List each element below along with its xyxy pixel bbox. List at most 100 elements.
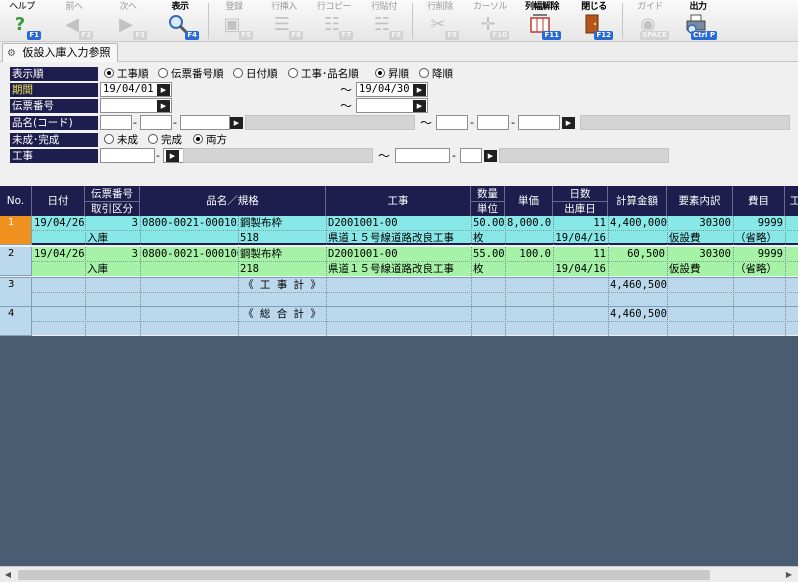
f3-key-badge: F3 (133, 31, 147, 40)
table-row[interactable]: 2 19/04/26 3 入庫 0800-0021-000106 鋼製布枠 21… (0, 247, 798, 276)
option-label: 昇順 (388, 68, 409, 80)
tab-title: 仮設入庫入力参照 (22, 46, 111, 59)
row-number[interactable]: 1 (0, 216, 32, 245)
row-paste-label: 行貼付 (371, 2, 397, 12)
col-header-project[interactable]: 工事 (326, 186, 471, 216)
item-code-to-3[interactable] (518, 115, 560, 130)
slip-to-picker-icon[interactable]: ▶ (413, 100, 426, 112)
output-label: 出力 (689, 2, 707, 12)
item-code-to-2[interactable] (477, 115, 509, 130)
row-delete-button[interactable]: 行削除 ✂ F9 (418, 0, 462, 42)
status-label: 未成･完成 (10, 133, 98, 147)
project-from-picker-icon[interactable]: ▶ (166, 150, 179, 162)
col-header-amount[interactable]: 計算金額 (608, 186, 667, 216)
register-button[interactable]: 登録 ▣ F5 (212, 0, 256, 42)
project-to-picker-icon[interactable]: ▶ (484, 150, 497, 162)
col-header-no[interactable]: No. (0, 186, 32, 216)
cursor-label: カーソル (472, 2, 508, 12)
table-row[interactable]: 4 《 総 合 計 》 4,460,500 (0, 306, 798, 336)
tab-temp-receipt-reference[interactable]: ⚙ 仮設入庫入力参照 (2, 43, 118, 62)
col-header-extra[interactable]: 工 (785, 186, 798, 216)
cell-project-code: D2001001-00 (328, 217, 398, 229)
cursor-button[interactable]: カーソル ✛ F10 (468, 0, 512, 42)
sort-option-date[interactable]: 日付順 (233, 67, 278, 81)
col-header-slip[interactable]: 伝票番号 取引区分 (85, 186, 140, 216)
col-header-price[interactable]: 単価 (505, 186, 553, 216)
radio-icon (104, 134, 114, 144)
header-text: 日数 (553, 187, 607, 202)
item-code-label: 品名(コード) (10, 116, 98, 130)
prev-button[interactable]: 前へ ◀ F2 (52, 0, 96, 42)
f6-key-badge: F6 (289, 31, 303, 40)
row-paste-button[interactable]: 行貼付 ☵ F8 (362, 0, 406, 42)
status-option-complete[interactable]: 完成 (148, 133, 182, 147)
header-text: 数量 (471, 187, 504, 202)
project-to-code[interactable] (395, 148, 450, 163)
toolbar: ヘルプ ? F1 前へ ◀ F2 次へ ▶ F3 表示 F4 登録 ▣ F5 行… (0, 0, 798, 42)
status-option-both[interactable]: 両方 (193, 133, 227, 147)
header-text: 品名／規格 (206, 195, 259, 207)
help-button[interactable]: ヘルプ ? F1 (0, 0, 44, 42)
table-row[interactable]: 3 《 工 事 計 》 4,460,500 (0, 277, 798, 307)
cell-item-code: 0800-0021-000105 (142, 217, 238, 229)
row-number[interactable]: 2 (0, 247, 32, 276)
sort-option-project-item[interactable]: 工事･品名順 (288, 67, 359, 81)
scrollbar-thumb[interactable] (18, 570, 710, 580)
period-from-picker-icon[interactable]: ▶ (157, 84, 170, 96)
row-number[interactable]: 3 (0, 278, 32, 307)
scroll-left-icon[interactable]: ◀ (2, 569, 14, 581)
project-from-code[interactable] (100, 148, 155, 163)
cell-days: 11 (593, 217, 606, 229)
row-number[interactable]: 4 (0, 307, 32, 336)
horizontal-scrollbar[interactable]: ◀ ▶ (0, 566, 798, 582)
guide-button[interactable]: ガイド ◉ SPACE (628, 0, 672, 42)
radio-icon (148, 134, 158, 144)
item-to-picker-icon[interactable]: ▶ (562, 117, 575, 129)
cell-amount: 60,500 (627, 248, 665, 260)
project-to-branch[interactable] (460, 148, 482, 163)
item-from-picker-icon[interactable]: ▶ (230, 117, 243, 129)
col-width-reset-button[interactable]: 列幅解除 F11 (520, 0, 564, 42)
row-copy-button[interactable]: 行コピー ☷ F7 (312, 0, 356, 42)
item-code-from-1[interactable] (100, 115, 132, 130)
toolbar-separator (412, 3, 413, 39)
f7-key-badge: F7 (339, 31, 353, 40)
f11-key-badge: F11 (542, 31, 561, 40)
cell-ship-date: 19/04/16 (555, 232, 606, 244)
toolbar-separator (208, 3, 209, 39)
item-code-from-3[interactable] (180, 115, 230, 130)
close-button[interactable]: 閉じる F12 (572, 0, 616, 42)
sort-option-slip[interactable]: 伝票番号順 (158, 67, 224, 81)
results-grid: No. 日付 伝票番号 取引区分 品名／規格 工事 数量 単位 単価 日数 出庫日 計… (0, 186, 798, 336)
status-option-incomplete[interactable]: 未成 (104, 133, 138, 147)
dash: - (470, 116, 474, 129)
slip-from-picker-icon[interactable]: ▶ (157, 100, 170, 112)
col-header-date[interactable]: 日付 (32, 186, 85, 216)
cell-spec: 518 (240, 232, 259, 244)
cell-unit: 枚 (473, 232, 484, 244)
table-row[interactable]: 1 19/04/26 3 入庫 0800-0021-000105 鋼製布枠 51… (0, 216, 798, 245)
slip-number-label: 伝票番号 (10, 99, 98, 113)
col-header-cost[interactable]: 費目 (733, 186, 785, 216)
display-button[interactable]: 表示 F4 (158, 0, 202, 42)
col-header-days[interactable]: 日数 出庫日 (553, 186, 608, 216)
col-header-item[interactable]: 品名／規格 (140, 186, 326, 216)
order-option-desc[interactable]: 降順 (419, 67, 453, 81)
dash: - (133, 116, 137, 129)
col-header-qty[interactable]: 数量 単位 (471, 186, 505, 216)
col-header-element[interactable]: 要素内訳 (667, 186, 733, 216)
period-to-picker-icon[interactable]: ▶ (413, 84, 426, 96)
option-label: 工事順 (117, 68, 149, 80)
output-button[interactable]: 出力 Ctrl P (676, 0, 720, 42)
scroll-right-icon[interactable]: ▶ (783, 569, 795, 581)
f10-key-badge: F10 (490, 31, 509, 40)
header-text: 日付 (47, 195, 69, 207)
item-code-to-1[interactable] (436, 115, 468, 130)
row-insert-button[interactable]: 行挿入 ☰ F6 (262, 0, 306, 42)
item-code-from-2[interactable] (140, 115, 172, 130)
order-option-asc[interactable]: 昇順 (375, 67, 409, 81)
dash: - (452, 149, 456, 162)
next-button[interactable]: 次へ ▶ F3 (106, 0, 150, 42)
sort-option-project[interactable]: 工事順 (104, 67, 149, 81)
header-text: 工事 (387, 195, 409, 207)
